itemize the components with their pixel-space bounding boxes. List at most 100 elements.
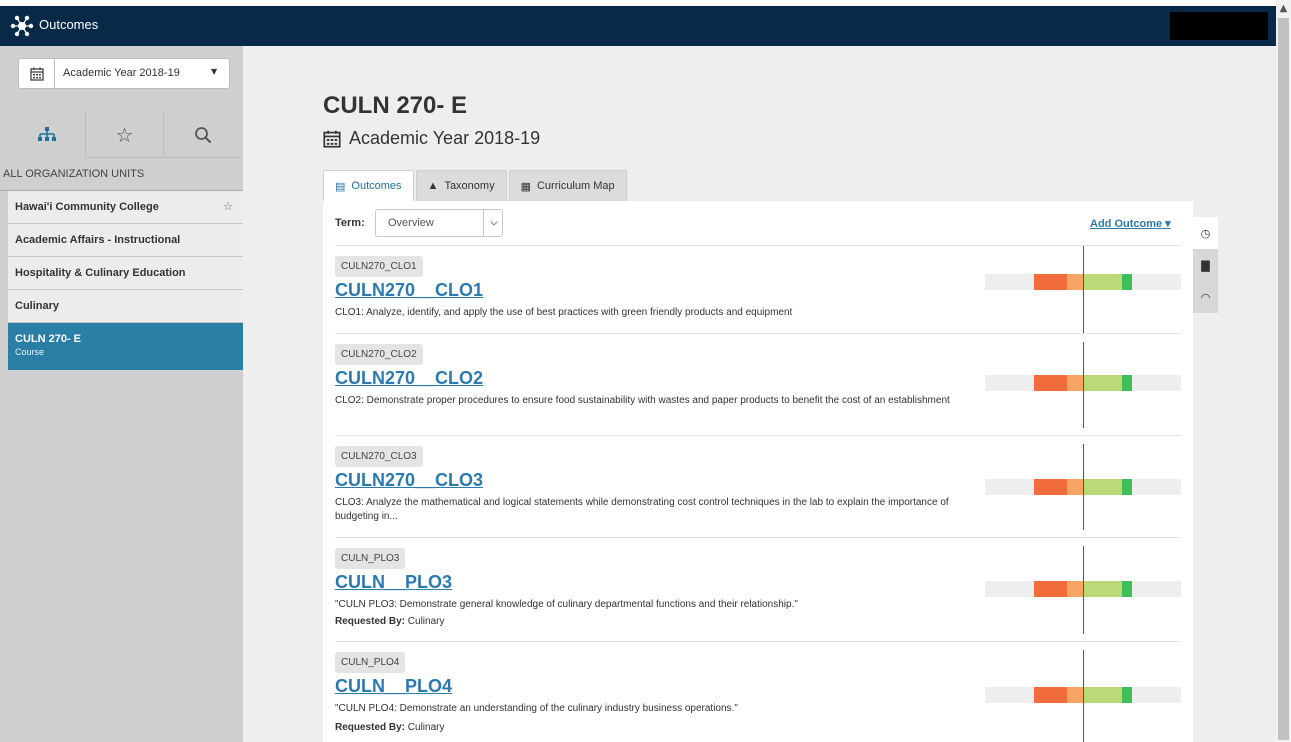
- gauge-view-button[interactable]: ◠: [1193, 281, 1218, 313]
- tab-label: Taxonomy: [444, 180, 495, 192]
- performance-bar-segment-empty-right: [1132, 687, 1181, 703]
- requested-by-label: Requested By:: [335, 616, 406, 627]
- performance-bar-segment-light-green: [1083, 479, 1123, 495]
- star-icon[interactable]: ☆: [223, 200, 233, 213]
- outcome-requested-by: Requested By: Culinary: [335, 722, 444, 733]
- performance-bar-segment-red: [1034, 581, 1068, 597]
- org-tree-icon: [37, 127, 56, 141]
- chevron-down-icon: [483, 210, 503, 236]
- performance-bar-segment-empty: [985, 375, 1034, 391]
- performance-bar-segment-orange: [1067, 479, 1083, 495]
- outcome-title-link[interactable]: CULN270__CLO1: [335, 280, 483, 301]
- outcome-description: CLO2: Demonstrate proper procedures to e…: [335, 395, 950, 406]
- term-select-value: Overview: [388, 217, 434, 229]
- term-filter-row: Term: Overview Add Outcome ▾: [323, 201, 1193, 245]
- performance-bar-segment-light-green: [1083, 274, 1123, 290]
- chart-view-button[interactable]: ▇: [1193, 249, 1218, 281]
- performance-bar-segment-empty: [985, 274, 1034, 290]
- tab-outcomes[interactable]: ▤ Outcomes: [323, 170, 414, 201]
- all-organization-units-link[interactable]: ALL ORGANIZATION UNITS: [0, 158, 243, 191]
- outcome-row: CULN_PLO4 CULN__PLO4 "CULN PLO4: Demonst…: [335, 641, 1181, 742]
- sidebar-item-academic-affairs[interactable]: Academic Affairs - Instructional: [8, 224, 243, 257]
- performance-bar-segment-orange: [1067, 274, 1083, 290]
- pyramid-icon: ▲: [427, 180, 439, 192]
- tab-organization[interactable]: [8, 112, 86, 158]
- outcome-tag: CULN_PLO4: [335, 652, 406, 673]
- tab-taxonomy[interactable]: ▲ Taxonomy: [415, 170, 507, 201]
- history-button[interactable]: ◷: [1193, 217, 1218, 249]
- outcome-row: CULN270_CLO1 CULN270__CLO1 CLO1: Analyze…: [335, 245, 1181, 334]
- academic-year-selector[interactable]: Academic Year 2018-19 ▼: [18, 58, 230, 89]
- calendar-icon: [19, 59, 55, 88]
- performance-marker: [1083, 546, 1084, 634]
- sidebar-item-hawaii-community-college[interactable]: Hawai'i Community College ☆: [8, 191, 243, 224]
- outcome-title-link[interactable]: CULN270__CLO2: [335, 368, 483, 389]
- performance-bar-segment-empty-right: [1132, 479, 1181, 495]
- outcome-row: CULN_PLO3 CULN__PLO3 "CULN PLO3: Demonst…: [335, 537, 1181, 641]
- outcome-tag: CULN_PLO3: [335, 548, 406, 569]
- performance-marker: [1083, 246, 1084, 334]
- performance-marker: [1083, 342, 1084, 428]
- outcome-requested-by: Requested By: Culinary: [335, 616, 444, 627]
- scroll-up-arrow-icon[interactable]: ▲: [1276, 0, 1291, 18]
- term-label: Term:: [335, 217, 365, 229]
- outcome-description: CLO3: Analyze the mathematical and logic…: [335, 497, 949, 522]
- performance-marker: [1083, 650, 1084, 742]
- performance-bar-segment-green: [1122, 687, 1132, 703]
- tab-search[interactable]: [164, 112, 242, 158]
- performance-marker: [1083, 444, 1084, 530]
- performance-bar-segment-empty: [985, 687, 1034, 703]
- performance-bar-segment-red: [1034, 375, 1068, 391]
- sidebar-item-label: CULN 270- E: [15, 333, 82, 345]
- performance-bar-segment-light-green: [1083, 375, 1123, 391]
- sidebar-item-hospitality-culinary[interactable]: Hospitality & Culinary Education: [8, 257, 243, 290]
- outcome-title-link[interactable]: CULN270__CLO3: [335, 470, 483, 491]
- search-icon: [195, 126, 212, 143]
- outcomes-panel: Term: Overview Add Outcome ▾ CULN270_CLO…: [323, 201, 1193, 742]
- performance-bar-segment-empty: [985, 479, 1034, 495]
- user-menu[interactable]: [1170, 12, 1268, 40]
- outcome-tag: CULN270_CLO1: [335, 256, 423, 277]
- gauge-icon: ◠: [1200, 290, 1211, 304]
- page-title: CULN 270- E: [323, 92, 468, 119]
- requested-by-value: Culinary: [407, 722, 445, 733]
- app-title[interactable]: Outcomes: [39, 17, 98, 32]
- performance-bar-segment-red: [1034, 479, 1068, 495]
- clock-icon: ◷: [1200, 226, 1211, 240]
- tab-favorites[interactable]: ☆: [86, 112, 164, 158]
- outcome-row: CULN270_CLO2 CULN270__CLO2 CLO2: Demonst…: [335, 333, 1181, 435]
- performance-bar-segment-red: [1034, 687, 1068, 703]
- outcome-tag: CULN270_CLO2: [335, 344, 423, 365]
- performance-bar-segment-orange: [1067, 687, 1083, 703]
- outcome-title-link[interactable]: CULN__PLO4: [335, 676, 452, 697]
- term-select[interactable]: Overview: [375, 209, 503, 237]
- performance-bar-segment-green: [1122, 375, 1132, 391]
- star-icon: ☆: [115, 122, 134, 147]
- performance-bar-segment-empty-right: [1132, 375, 1181, 391]
- performance-bar-segment-orange: [1067, 581, 1083, 597]
- outcome-tag: CULN270_CLO3: [335, 446, 423, 467]
- outcome-row: CULN270_CLO3 CULN270__CLO3 CLO3: Analyze…: [335, 435, 1181, 537]
- sidebar-item-culinary[interactable]: Culinary: [8, 290, 243, 323]
- network-logo-icon[interactable]: [10, 15, 34, 37]
- requested-by-label: Requested By:: [335, 722, 406, 733]
- performance-bar-segment-empty-right: [1132, 274, 1181, 290]
- sidebar-item-current-course[interactable]: CULN 270- E Course: [8, 323, 243, 370]
- add-outcome-button[interactable]: Add Outcome ▾: [1090, 217, 1171, 230]
- scrollbar-thumb[interactable]: [1278, 18, 1289, 740]
- tab-curriculum-map[interactable]: ▦ Curriculum Map: [508, 170, 627, 201]
- outcome-title-link[interactable]: CULN__PLO3: [335, 572, 452, 593]
- sidebar: Academic Year 2018-19 ▼ ☆ ALL ORGANIZATI…: [0, 46, 243, 742]
- performance-bar-segment-orange: [1067, 375, 1083, 391]
- performance-bar-segment-green: [1122, 479, 1132, 495]
- outcome-description: "CULN PLO3: Demonstrate general knowledg…: [335, 599, 798, 610]
- top-bar: Outcomes: [0, 6, 1276, 46]
- sidebar-tabs: ☆: [8, 112, 243, 158]
- requested-by-value: Culinary: [407, 616, 445, 627]
- tab-label: Outcomes: [351, 180, 402, 192]
- outcome-description: "CULN PLO4: Demonstrate an understanding…: [335, 703, 738, 714]
- performance-bar-segment-light-green: [1083, 581, 1123, 597]
- performance-bar-segment-red: [1034, 274, 1068, 290]
- outcome-description: CLO1: Analyze, identify, and apply the u…: [335, 307, 793, 318]
- list-icon: ▤: [335, 180, 346, 193]
